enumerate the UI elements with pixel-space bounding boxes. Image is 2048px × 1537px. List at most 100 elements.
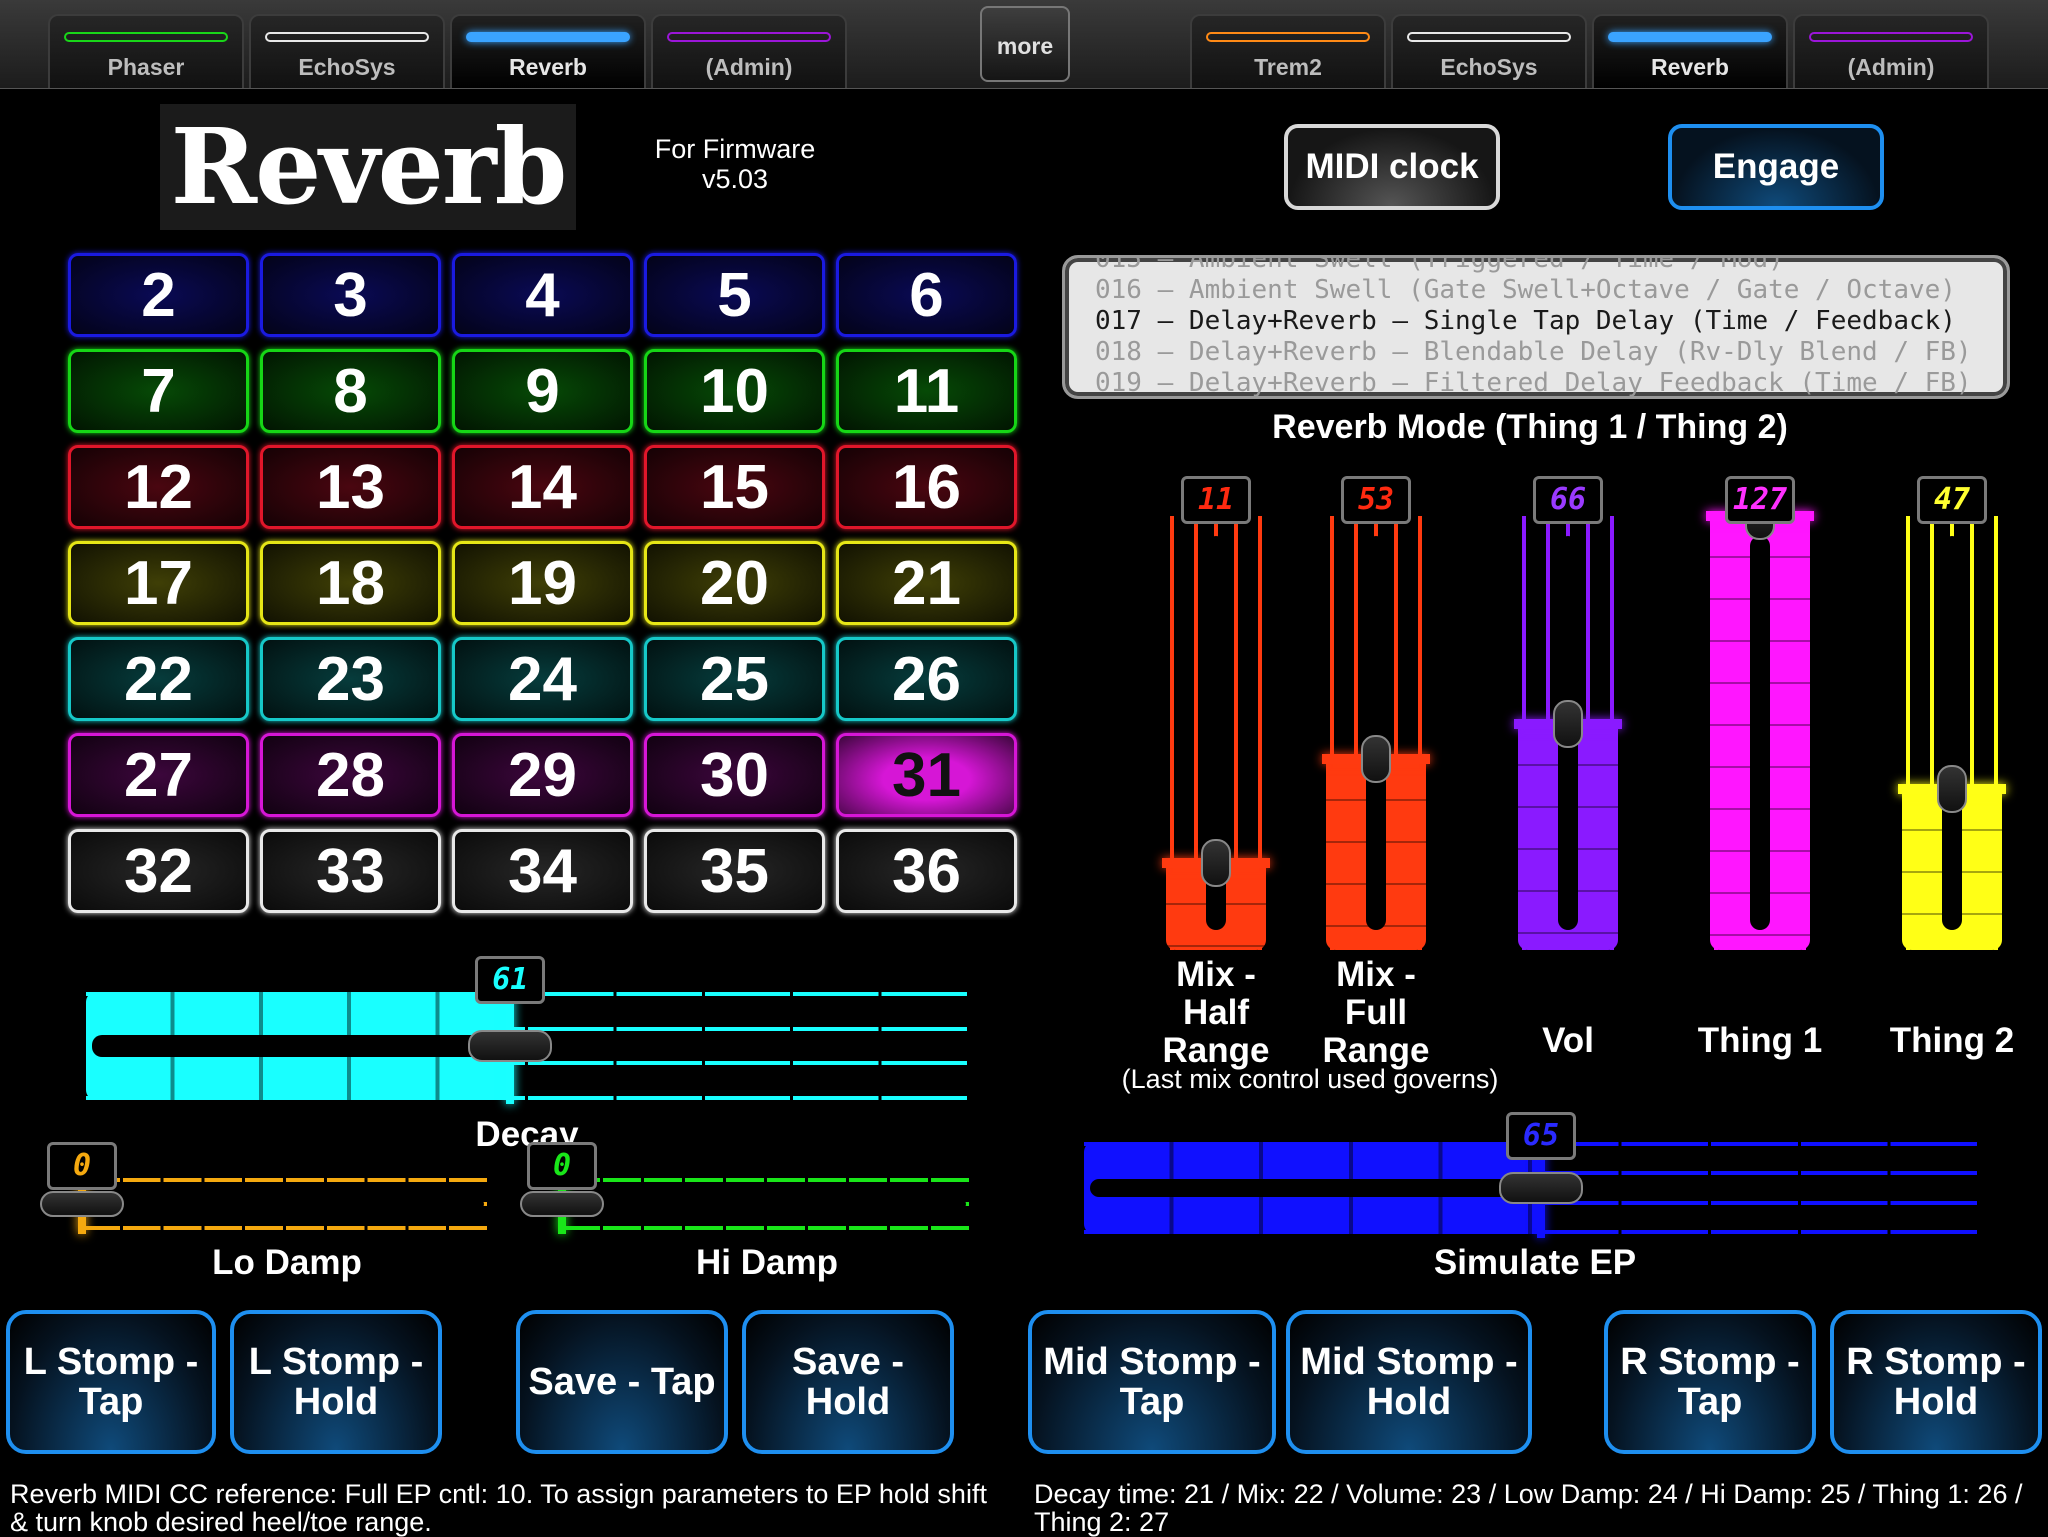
preset-button-34[interactable]: 34 <box>452 829 633 913</box>
mid-stomp-hold-button[interactable]: Mid Stomp - Hold <box>1286 1310 1532 1454</box>
save-hold-button[interactable]: Save - Hold <box>742 1310 954 1454</box>
footer-cc-map: Decay time: 21 / Mix: 22 / Volume: 23 / … <box>1034 1479 2023 1537</box>
preset-button-2[interactable]: 2 <box>68 253 249 337</box>
right-tab-reverb[interactable]: Reverb <box>1592 14 1788 88</box>
preset-button-27[interactable]: 27 <box>68 733 249 817</box>
slider-track-line <box>82 1226 490 1230</box>
slider-knob[interactable] <box>520 1191 604 1217</box>
engage-button[interactable]: Engage <box>1668 124 1884 210</box>
left-tab-phaser[interactable]: Phaser <box>48 14 244 88</box>
tab-label: Phaser <box>107 54 185 80</box>
button-label: L Stomp - Hold <box>249 1342 424 1422</box>
lo-damp-slider[interactable] <box>40 1174 490 1234</box>
preset-button-3[interactable]: 3 <box>260 253 441 337</box>
button-label-line: Hold <box>805 1381 891 1423</box>
preset-button-14[interactable]: 14 <box>452 445 633 529</box>
preset-button-18[interactable]: 18 <box>260 541 441 625</box>
mode-item[interactable]: 018 — Delay+Reverb — Blendable Delay (Rv… <box>1095 337 1972 367</box>
preset-button-16[interactable]: 16 <box>836 445 1017 529</box>
slider-knob[interactable] <box>1498 1172 1583 1204</box>
preset-button-26[interactable]: 26 <box>836 637 1017 721</box>
firmware-version: For Firmware v5.03 <box>620 134 850 194</box>
preset-button-9[interactable]: 9 <box>452 349 633 433</box>
preset-button-36[interactable]: 36 <box>836 829 1017 913</box>
slider-knob[interactable] <box>1937 765 1967 814</box>
preset-button-33[interactable]: 33 <box>260 829 441 913</box>
slider-knob[interactable] <box>468 1030 553 1062</box>
slider-knob[interactable] <box>1201 839 1231 888</box>
preset-button-6[interactable]: 6 <box>836 253 1017 337</box>
preset-button-28[interactable]: 28 <box>260 733 441 817</box>
right-tab-echosys[interactable]: EchoSys <box>1391 14 1587 88</box>
vol-slider[interactable] <box>1514 516 1622 950</box>
preset-button-20[interactable]: 20 <box>644 541 825 625</box>
tab-indicator <box>466 32 630 42</box>
preset-button-15[interactable]: 15 <box>644 445 825 529</box>
button-label: L Stomp - Tap <box>24 1342 199 1422</box>
simulate-ep-value: 65 <box>1505 1112 1576 1160</box>
mix-full-range-slider[interactable] <box>1322 516 1430 950</box>
midi-clock-button[interactable]: MIDI clock <box>1284 124 1500 210</box>
mix-half-range-slider[interactable] <box>1162 516 1270 950</box>
r-stomp-tap-button[interactable]: R Stomp - Tap <box>1604 1310 1816 1454</box>
mode-item[interactable]: 016 — Ambient Swell (Gate Swell+Octave /… <box>1095 275 1956 305</box>
preset-button-35[interactable]: 35 <box>644 829 825 913</box>
slider-knob[interactable] <box>1553 700 1583 749</box>
tab-indicator <box>1608 32 1772 42</box>
button-label-line: Tap <box>1119 1381 1185 1423</box>
right-tab-trem2[interactable]: Trem2 <box>1190 14 1386 88</box>
preset-button-17[interactable]: 17 <box>68 541 249 625</box>
hi-damp-slider[interactable] <box>520 1174 972 1234</box>
reverb-mode-list[interactable]: 015 — Ambient Swell (Triggered / Time / … <box>1062 255 2010 399</box>
preset-button-5[interactable]: 5 <box>644 253 825 337</box>
preset-button-31[interactable]: 31 <box>836 733 1017 817</box>
preset-button-29[interactable]: 29 <box>452 733 633 817</box>
thing-2-label: Thing 2 <box>1889 1021 2015 1060</box>
left-tab-reverb[interactable]: Reverb <box>450 14 646 88</box>
mix-full-range-label: Mix - <box>1336 955 1416 994</box>
preset-button-12[interactable]: 12 <box>68 445 249 529</box>
preset-button-10[interactable]: 10 <box>644 349 825 433</box>
left-tab-admin[interactable]: (Admin) <box>651 14 847 88</box>
preset-button-25[interactable]: 25 <box>644 637 825 721</box>
tab-indicator <box>64 32 228 42</box>
thing-1-slider[interactable] <box>1706 492 1814 950</box>
button-label: Save - Hold <box>792 1342 904 1422</box>
more-button[interactable]: more <box>980 6 1070 82</box>
mid-stomp-tap-button[interactable]: Mid Stomp - Tap <box>1028 1310 1276 1454</box>
slider-groove <box>1366 536 1386 930</box>
tab-indicator <box>1407 32 1571 42</box>
preset-button-23[interactable]: 23 <box>260 637 441 721</box>
preset-button-13[interactable]: 13 <box>260 445 441 529</box>
preset-button-4[interactable]: 4 <box>452 253 633 337</box>
button-label: Mid Stomp - Hold <box>1300 1342 1517 1422</box>
button-label-line: L Stomp - <box>248 1341 424 1383</box>
slider-groove <box>1942 536 1962 930</box>
r-stomp-hold-button[interactable]: R Stomp - Hold <box>1830 1310 2042 1454</box>
preset-button-8[interactable]: 8 <box>260 349 441 433</box>
mode-item[interactable]: 015 — Ambient Swell (Triggered / Time / … <box>1095 258 1784 274</box>
left-tab-echosys[interactable]: EchoSys <box>249 14 445 88</box>
slider-knob[interactable] <box>1361 735 1391 784</box>
mode-item[interactable]: 017 — Delay+Reverb — Single Tap Delay (T… <box>1095 306 1956 336</box>
preset-button-30[interactable]: 30 <box>644 733 825 817</box>
right-tab-admin[interactable]: (Admin) <box>1793 14 1989 88</box>
preset-button-32[interactable]: 32 <box>68 829 249 913</box>
l-stomp-tap-button[interactable]: L Stomp - Tap <box>6 1310 216 1454</box>
decay-slider[interactable] <box>86 988 970 1104</box>
l-stomp-hold-button[interactable]: L Stomp - Hold <box>230 1310 442 1454</box>
preset-button-19[interactable]: 19 <box>452 541 633 625</box>
preset-button-22[interactable]: 22 <box>68 637 249 721</box>
preset-button-7[interactable]: 7 <box>68 349 249 433</box>
tab-label: (Admin) <box>705 54 793 80</box>
tab-indicator <box>265 32 429 42</box>
mix-full-range-label: Full <box>1344 993 1408 1032</box>
preset-button-11[interactable]: 11 <box>836 349 1017 433</box>
save-tap-button[interactable]: Save - Tap <box>516 1310 728 1454</box>
preset-button-24[interactable]: 24 <box>452 637 633 721</box>
slider-knob[interactable] <box>40 1191 124 1217</box>
preset-button-21[interactable]: 21 <box>836 541 1017 625</box>
mode-item[interactable]: 019 — Delay+Reverb — Filtered Delay Feed… <box>1095 368 1972 396</box>
button-label-line: Save - Tap <box>528 1361 716 1403</box>
thing-2-slider[interactable] <box>1898 516 2006 950</box>
